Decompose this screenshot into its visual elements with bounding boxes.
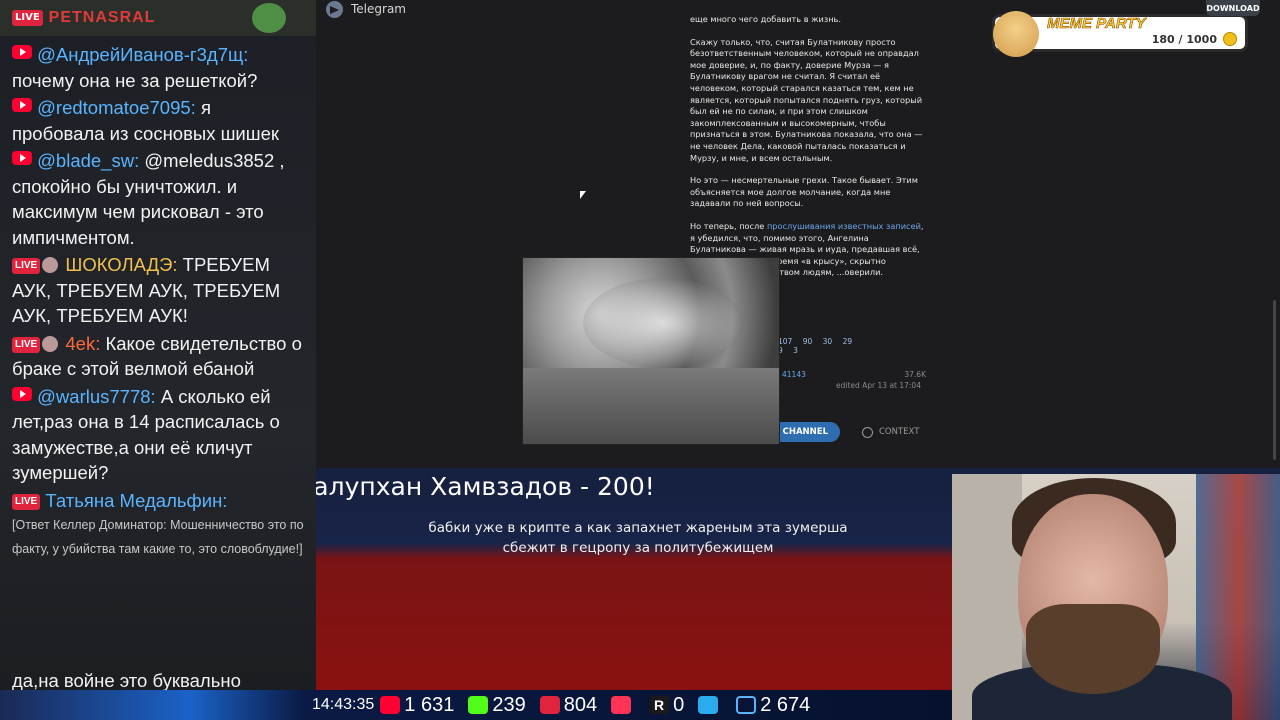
- chat-reply-quote: [Ответ Келлер Доминатор: Мошенничество э…: [12, 518, 304, 556]
- vk-live-icon: LIVE: [12, 336, 41, 353]
- window-title: Telegram: [351, 2, 406, 16]
- stat-value: 239: [492, 693, 526, 716]
- stat-vkvideo: [611, 696, 635, 714]
- youtube-icon: [380, 696, 401, 714]
- post-text: Но теперь, после: [690, 220, 767, 231]
- reaction-count[interactable]: 30: [823, 337, 833, 346]
- reaction-count[interactable]: 29: [843, 337, 853, 346]
- user-avatar: [42, 257, 59, 273]
- streamer-beard: [1026, 604, 1160, 694]
- chat-message: @redtomatoe7095: я пробовала из сосновых…: [12, 95, 308, 146]
- chat-username: 4ek:: [65, 332, 101, 354]
- youtube-icon: [12, 386, 32, 401]
- post-paragraph: еще много чего добавить в жизнь.: [690, 14, 841, 24]
- chat-username: @АндрейИванов-г3д7щ:: [37, 44, 249, 65]
- chat-text: почему она не за решеткой?: [12, 69, 258, 91]
- telegram-window: Telegram еще много чего добавить в жизнь…: [316, 0, 1280, 468]
- chat-message: LIVE Татьяна Медальфин: [Ответ Келлер До…: [12, 488, 308, 562]
- chat-username: @warlus7778:: [37, 385, 156, 407]
- chat-username: ШОКОЛАДЭ:: [65, 254, 178, 275]
- youtube-icon: [12, 45, 32, 59]
- stat-kick: 239: [468, 693, 526, 717]
- stat-value: 1 631: [404, 693, 455, 716]
- chat-message: LIVE ШОКОЛАДЭ: ТРЕБУЕМ АУК, ТРЕБУЕМ АУК,…: [12, 252, 308, 329]
- user-avatar: [42, 335, 59, 352]
- viewer-stats-bar: 14:43:35 1 631 239 804 R0 2 674: [0, 690, 952, 720]
- vk-live-icon: LIVE: [12, 493, 41, 510]
- meme-party-title: MEME PARTY: [1047, 15, 1146, 33]
- chat-message: @warlus7778: А сколько ей лет,раз она в …: [12, 384, 308, 486]
- mouse-cursor-icon: [580, 191, 586, 199]
- vk-video-icon: [611, 696, 632, 714]
- meme-party-widget: MEME PARTY 180 / 1000: [992, 11, 1248, 57]
- youtube-icon: [12, 98, 32, 112]
- chat-username: Татьяна Медальфин:: [45, 489, 228, 511]
- views-count: 37.6K: [904, 370, 926, 379]
- reaction-count[interactable]: 3: [793, 346, 798, 355]
- stat-vk: 804: [539, 693, 598, 717]
- meme-party-progress: 180 / 1000: [1151, 33, 1217, 46]
- chat-message: @АндрейИванов-г3д7щ: почему она не за ре…: [12, 42, 308, 93]
- kick-icon: [468, 696, 489, 714]
- chat-username: @redtomatoe7095:: [37, 97, 196, 118]
- reaction-count[interactable]: 90: [803, 337, 813, 346]
- stat-telegram: [698, 696, 722, 714]
- globe-icon: [862, 426, 873, 438]
- stat-youtube: 1 631: [380, 694, 454, 717]
- context-label: CONTEXT: [879, 427, 920, 437]
- chat-messages: @АндрейИванов-г3д7щ: почему она не за ре…: [12, 42, 308, 563]
- post-paragraph: Скажу только, что, считая Булатникову пр…: [690, 36, 923, 163]
- stat-value: 0: [673, 693, 685, 716]
- live-badge-icon: LIVE: [12, 10, 43, 26]
- frog-avatar-icon: [252, 3, 286, 33]
- vk-live-icon: LIVE: [12, 258, 41, 274]
- youtube-icon: [12, 151, 32, 165]
- edited-timestamp: edited Apr 13 at 17:04: [836, 381, 921, 390]
- chat-username: @blade_sw:: [37, 150, 140, 171]
- stat-rutube: R0: [649, 694, 684, 717]
- webcam-feed: [952, 474, 1280, 720]
- post-paragraph: Но это — несмертельные грехи. Такое быва…: [690, 175, 918, 209]
- chat-brand: PETNASRAL: [48, 9, 156, 26]
- telegram-icon: [698, 696, 719, 714]
- scrollbar[interactable]: [1273, 300, 1276, 460]
- viewers-icon: [736, 696, 757, 714]
- context-button[interactable]: CONTEXT: [862, 422, 932, 442]
- reactions-bar: 107 90 30 29 9 3: [778, 337, 938, 355]
- telegram-titlebar: Telegram: [326, 0, 406, 18]
- telegram-icon: [326, 0, 343, 18]
- stat-value: 804: [563, 693, 598, 716]
- download-button[interactable]: DOWNLOAD: [1206, 0, 1260, 16]
- doge-icon: [993, 11, 1039, 57]
- vk-live-icon: [539, 696, 560, 714]
- chat-header: LIVE PETNASRAL: [0, 0, 316, 36]
- reaction-count[interactable]: 107: [778, 337, 792, 346]
- stat-value: 2 674: [760, 693, 811, 716]
- chat-message: @blade_sw: @meledus3852 , спокойно бы ун…: [12, 148, 308, 250]
- chat-message: LIVE 4ek: Какое свидетельство о браке с …: [12, 331, 308, 382]
- donation-message: бабки уже в крипте а как запахнет жарены…: [428, 520, 848, 556]
- stat-total: 2 674: [736, 694, 810, 717]
- stream-time: 14:43:35: [312, 696, 375, 713]
- coin-icon: [1223, 32, 1237, 46]
- stream-layout: Telegram еще много чего добавить в жизнь…: [0, 0, 1280, 720]
- post-link[interactable]: прослушивания известных записей: [767, 221, 921, 231]
- video-overlay[interactable]: [522, 257, 780, 445]
- chat-panel: LIVE PETNASRAL @АндрейИванов-г3д7щ: поче…: [0, 0, 316, 720]
- comments-count[interactable]: 41143: [782, 370, 806, 379]
- rutube-icon: R: [649, 696, 670, 714]
